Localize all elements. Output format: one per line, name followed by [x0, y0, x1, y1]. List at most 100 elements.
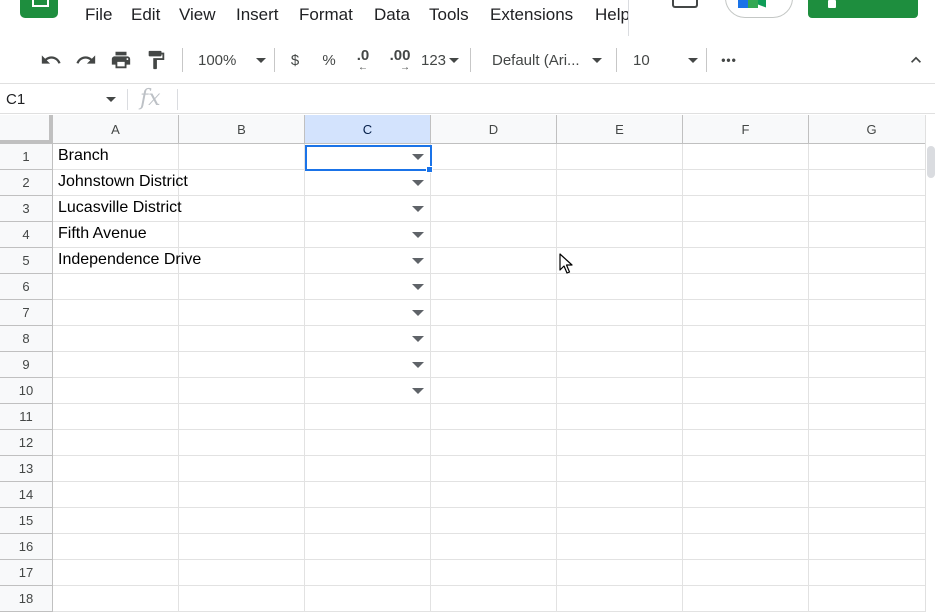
menu-edit[interactable]: Edit [131, 5, 160, 25]
toolbar-divider [616, 48, 617, 72]
fill-handle[interactable] [426, 166, 433, 173]
column-gridline [556, 144, 557, 612]
row-gridline [53, 351, 925, 352]
dropdown-arrow-icon[interactable] [412, 310, 424, 316]
dropdown-arrow-icon[interactable] [412, 284, 424, 290]
cell-a4[interactable]: Fifth Avenue [58, 225, 147, 243]
dropdown-arrow-icon[interactable] [412, 154, 424, 160]
currency-format-button[interactable]: $ [282, 46, 308, 74]
row-gridline [53, 559, 925, 560]
row-header-13[interactable]: 13 [0, 456, 53, 482]
menu-help[interactable]: Help [595, 5, 628, 25]
decrease-decimal-button[interactable]: .0 ← [350, 46, 376, 74]
dropdown-arrow-icon[interactable] [412, 206, 424, 212]
toolbar-divider [706, 48, 707, 72]
font-size-select[interactable]: 10 [624, 46, 700, 74]
column-header-a[interactable]: A [53, 115, 179, 144]
cell-a5[interactable]: Independence Drive [58, 251, 201, 269]
toolbar-divider [182, 48, 183, 72]
row-header-15[interactable]: 15 [0, 508, 53, 534]
menu-extensions[interactable]: Extensions [490, 5, 573, 25]
row-gridline [53, 585, 925, 586]
menu-tools[interactable]: Tools [429, 5, 469, 25]
chevron-down-icon [256, 57, 267, 63]
column-header-d[interactable]: D [431, 115, 557, 144]
column-gridline [808, 144, 809, 612]
row-header-7[interactable]: 7 [0, 300, 53, 326]
row-header-16[interactable]: 16 [0, 534, 53, 560]
row-header-17[interactable]: 17 [0, 560, 53, 586]
row-header-2[interactable]: 2 [0, 170, 53, 196]
row-header-8[interactable]: 8 [0, 326, 53, 352]
column-gridline [430, 144, 431, 612]
dropdown-arrow-icon[interactable] [412, 336, 424, 342]
currency-label: $ [290, 51, 300, 69]
undo-icon[interactable] [36, 46, 66, 74]
select-all-corner[interactable] [0, 115, 53, 144]
row-header-14[interactable]: 14 [0, 482, 53, 508]
row-gridline [53, 169, 925, 170]
percent-format-button[interactable]: % [316, 46, 342, 74]
row-gridline [53, 247, 925, 248]
row-gridline [53, 325, 925, 326]
row-gridline [53, 299, 925, 300]
more-formats-button[interactable]: 123 [418, 46, 462, 74]
menu-insert[interactable]: Insert [236, 5, 279, 25]
dropdown-arrow-icon[interactable] [412, 388, 424, 394]
column-header-e[interactable]: E [557, 115, 683, 144]
row-header-11[interactable]: 11 [0, 404, 53, 430]
font-family-select[interactable]: Default (Ari... [480, 46, 610, 74]
dropdown-arrow-icon[interactable] [412, 258, 424, 264]
row-gridline [53, 377, 925, 378]
cell-a2[interactable]: Johnstown District [58, 173, 188, 191]
cell-a3[interactable]: Lucasville District [58, 199, 182, 217]
arrow-left-icon: ← [358, 62, 368, 73]
increase-decimal-button[interactable]: .00 → [384, 46, 416, 74]
print-icon[interactable] [106, 46, 136, 74]
menu-view[interactable]: View [179, 5, 216, 25]
column-header-f[interactable]: F [683, 115, 809, 144]
row-header-5[interactable]: 5 [0, 248, 53, 274]
chevron-up-icon[interactable] [901, 46, 931, 74]
chevron-down-icon[interactable] [106, 97, 116, 102]
row-gridline [53, 403, 925, 404]
zoom-select[interactable]: 100% [190, 46, 267, 74]
column-header-b[interactable]: B [179, 115, 305, 144]
menu-format[interactable]: Format [299, 5, 353, 25]
cell-a1[interactable]: Branch [58, 147, 109, 165]
formula-input[interactable] [186, 91, 916, 109]
formula-bar: C1 fx [0, 85, 935, 114]
dropdown-arrow-icon[interactable] [412, 362, 424, 368]
menu-bar: File Edit View Insert Format Data Tools … [0, 0, 935, 36]
column-gridline [304, 144, 305, 612]
row-gridline [53, 429, 925, 430]
row-header-4[interactable]: 4 [0, 222, 53, 248]
menu-data[interactable]: Data [374, 5, 410, 25]
row-header-1[interactable]: 1 [0, 144, 53, 170]
column-header-c[interactable]: C [305, 115, 431, 144]
row-gridline [53, 195, 925, 196]
row-header-18[interactable]: 18 [0, 586, 53, 612]
row-header-6[interactable]: 6 [0, 274, 53, 300]
comment-icon[interactable] [672, 0, 698, 8]
row-header-10[interactable]: 10 [0, 378, 53, 404]
row-gridline [53, 507, 925, 508]
meet-icon [738, 0, 768, 8]
column-header-g[interactable]: G [809, 115, 925, 144]
row-header-3[interactable]: 3 [0, 196, 53, 222]
column-gridline [682, 144, 683, 612]
row-header-12[interactable]: 12 [0, 430, 53, 456]
row-header-9[interactable]: 9 [0, 352, 53, 378]
name-box[interactable]: C1 [6, 91, 25, 108]
dropdown-arrow-icon[interactable] [412, 180, 424, 186]
more-options-button[interactable]: ••• [714, 46, 744, 74]
dropdown-arrow-icon[interactable] [412, 232, 424, 238]
arrow-right-icon: → [400, 62, 410, 73]
vertical-scrollbar[interactable] [925, 115, 935, 612]
share-button[interactable] [808, 0, 918, 18]
redo-icon[interactable] [71, 46, 101, 74]
paint-format-icon[interactable] [141, 46, 171, 74]
menu-file[interactable]: File [85, 5, 112, 25]
menu-list: File Edit View Insert Format Data Tools … [0, 0, 628, 36]
scrollbar-thumb[interactable] [927, 146, 935, 178]
